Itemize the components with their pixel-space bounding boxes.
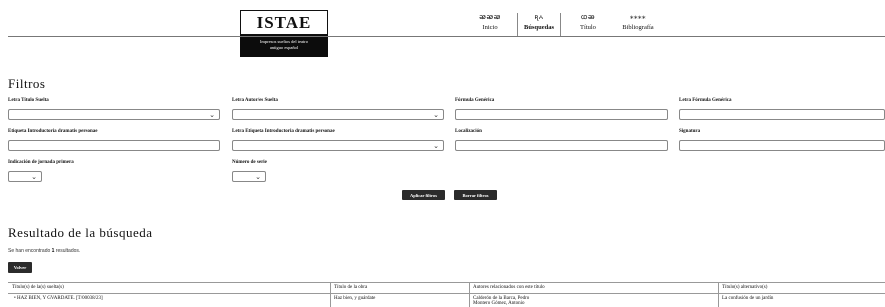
table-row: • HAZ BIEN, Y GVARDATE. [T/00038/23] (14, 296, 103, 301)
result-author-link[interactable]: Montero Gómez, Antonio (473, 301, 529, 306)
logo-subtitle: Impresos sueltos del teatro antiguo espa… (240, 35, 328, 57)
label-signatura: Signatura (679, 129, 701, 134)
logo-subtitle-line-2: antiguo español (269, 45, 299, 50)
results-count-text: Se han encontrado 1 resultados. (8, 248, 80, 254)
nav-label-titulo: Título (580, 24, 596, 31)
column-header-suelta: Título(s) de la(s) suelta(s) (12, 285, 64, 290)
ornament-icon: ꭁꭁꭁ (479, 13, 501, 21)
chevron-down-icon: ⌄ (31, 173, 37, 181)
result-suelta-link[interactable]: HAZ BIEN, Y GVARDATE. [T/00038/23] (17, 296, 103, 301)
column-header-alternativo: Título(s) alternativo(s) (722, 285, 768, 290)
apply-filters-button[interactable]: Aplicar filtros (402, 190, 445, 200)
chevron-down-icon: ⌄ (209, 111, 215, 119)
result-alternativo: La confusión de un jardín (722, 296, 774, 301)
nav-label-inicio: Inicio (482, 24, 498, 31)
back-button[interactable]: Volver (8, 262, 32, 273)
label-indicacion-jornada: Indicación de jornada primera (8, 160, 74, 165)
select-numero-serie[interactable]: ⌄ (232, 171, 266, 182)
nav-label-busquedas: Búsquedas (524, 24, 554, 31)
results-table: Título(s) de la(s) suelta(s) Título de l… (8, 282, 885, 307)
label-letra-autor-suelta: Letra Autor/es Suelta (232, 98, 278, 103)
ornament-icon: ⁎⁎⁎⁎ (630, 13, 646, 21)
ornament-icon: ꭃꭂ (580, 13, 596, 21)
label-letra-etiqueta-introductoria: Letra Etiqueta Introductoria dramatis pe… (232, 129, 335, 134)
select-letra-etiqueta-introductoria[interactable]: ⌄ (232, 140, 444, 151)
nav-item-inicio[interactable]: ꭁꭁꭁ Inicio (468, 13, 512, 31)
select-letra-formula-generica[interactable] (679, 109, 885, 120)
results-count-prefix: Se han encontrado (8, 248, 52, 254)
nav-item-bibliografia[interactable]: ⁎⁎⁎⁎ Bibliografía (616, 13, 660, 31)
select-letra-titulo-suelta[interactable]: ⌄ (8, 109, 220, 120)
chevron-down-icon: ⌄ (433, 142, 439, 150)
clear-filters-button[interactable]: Borrar filtros (454, 190, 497, 200)
label-formula-generica: Fórmula Genérica (455, 98, 495, 103)
label-numero-serie: Número de serie (232, 160, 267, 165)
result-obra-link[interactable]: Haz bien, y guárdate (334, 296, 375, 301)
column-divider (469, 282, 470, 307)
select-letra-autor-suelta[interactable]: ⌄ (232, 109, 444, 120)
chevron-down-icon: ⌄ (255, 173, 261, 181)
table-header-border (8, 293, 885, 294)
table-top-border (8, 282, 885, 283)
results-count-suffix: resultados. (54, 248, 81, 254)
filters-title: Filtros (8, 76, 46, 91)
nav-item-busquedas[interactable]: ꭆꭅ Búsquedas (517, 13, 561, 36)
result-autores: Calderón de la Barca, Pedro Montero Góme… (473, 296, 529, 306)
input-signatura[interactable] (679, 140, 885, 151)
nav-label-bibliografia: Bibliografía (622, 24, 654, 31)
input-formula-generica[interactable] (455, 109, 668, 120)
label-letra-titulo-suelta: Letra Título Suelta (8, 98, 49, 103)
select-indicacion-jornada[interactable]: ⌄ (8, 171, 42, 182)
column-divider (718, 282, 719, 307)
column-divider (330, 282, 331, 307)
label-letra-formula-generica: Letra Fórmula Genérica (679, 98, 732, 103)
input-etiqueta-introductoria[interactable] (8, 140, 220, 151)
nav-item-titulo[interactable]: ꭃꭂ Título (566, 13, 610, 31)
column-header-obra: Título de la obra (334, 285, 368, 290)
results-title: Resultado de la búsqueda (8, 225, 153, 240)
ornament-icon: ꭆꭅ (534, 13, 544, 21)
logo-title-box: ISTAE (240, 10, 328, 35)
input-localizacion[interactable] (455, 140, 668, 151)
logo-title: ISTAE (256, 12, 312, 32)
label-localizacion: Localización (455, 129, 482, 134)
label-etiqueta-introductoria: Etiqueta Introductoria dramatis personae (8, 129, 98, 134)
column-header-autores: Autores relacionados con este título (473, 285, 545, 290)
header-divider (8, 36, 885, 37)
site-logo[interactable]: ISTAE Impresos sueltos del teatro antigu… (240, 10, 328, 57)
chevron-down-icon: ⌄ (433, 111, 439, 119)
